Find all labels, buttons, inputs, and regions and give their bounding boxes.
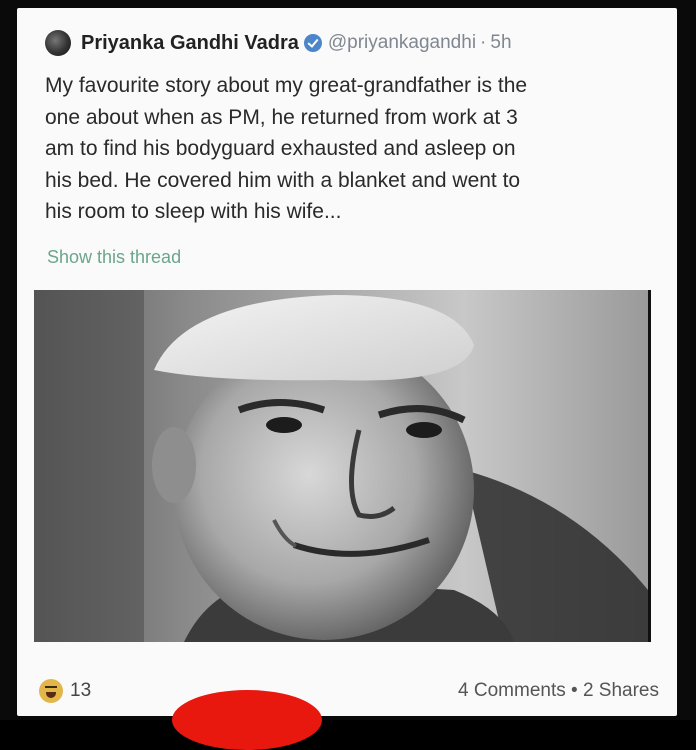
post-footer: 13 4 Comments • 2 Shares [39,676,659,706]
red-reaction-shape [172,690,322,750]
stats-separator: • [571,680,578,701]
author-handle[interactable]: @priyankagandhi [328,32,476,54]
tweet-text-line: am to find his bodyguard exhausted and a… [45,137,516,160]
reaction-count[interactable]: 13 [70,680,91,702]
post-card: Priyanka Gandhi Vadra @priyankagandhi · … [17,8,677,716]
tweet-text: My favourite story about my great-grandf… [45,70,655,228]
portrait-photo[interactable] [34,290,648,642]
post-timestamp[interactable]: 5h [490,32,511,54]
shares-count[interactable]: 2 Shares [583,680,659,701]
tweet-header: Priyanka Gandhi Vadra @priyankagandhi · … [45,28,512,58]
show-thread-link[interactable]: Show this thread [47,247,181,268]
screenshot-frame: Priyanka Gandhi Vadra @priyankagandhi · … [0,0,696,750]
post-stats: 4 Comments • 2 Shares [458,680,659,702]
photo-edge [648,290,651,642]
comments-count[interactable]: 4 Comments [458,680,566,701]
tweet-text-line: his room to sleep with his wife... [45,200,342,223]
tweet-text-line: one about when as PM, he returned from w… [45,105,518,129]
author-name[interactable]: Priyanka Gandhi Vadra [81,32,299,55]
tweet-text-line: My favourite story about my great-grandf… [45,74,528,97]
separator-dot: · [480,32,487,53]
portrait-illustration [34,290,648,642]
tweet-text-line: his bed. He covered him with a blanket a… [45,168,521,192]
verified-badge-icon [303,34,322,52]
avatar-icon[interactable] [45,30,71,56]
laugh-reaction-icon[interactable] [39,679,63,703]
